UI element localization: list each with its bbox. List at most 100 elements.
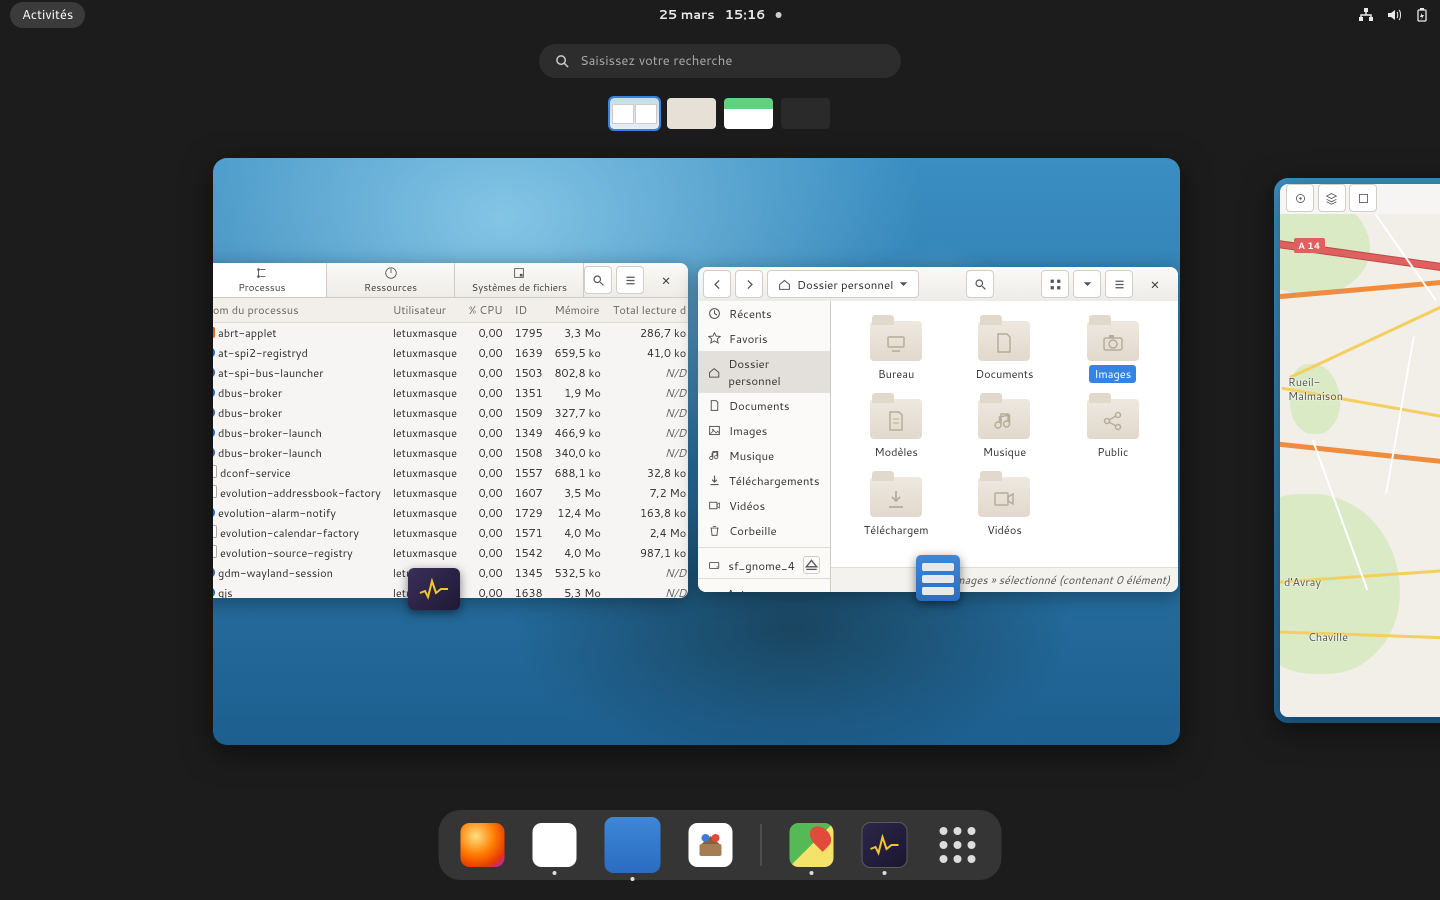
folder-cam[interactable]: Images xyxy=(1062,315,1164,383)
col-name[interactable]: Nom du processus xyxy=(213,298,387,323)
maps-locate-button[interactable] xyxy=(1286,184,1314,212)
search-placeholder: Saisissez votre recherche xyxy=(580,52,732,70)
system-tray[interactable] xyxy=(1358,7,1430,23)
dock-app-software[interactable] xyxy=(689,823,733,867)
dock-separator xyxy=(761,824,762,866)
sidebar-item-star[interactable]: Favoris xyxy=(698,326,830,351)
table-row[interactable]: evolution-alarm-notifyletuxmasque0,00172… xyxy=(213,503,688,523)
folder-music[interactable]: Musique xyxy=(953,393,1055,461)
col-id[interactable]: ID xyxy=(509,298,549,323)
tab-resources[interactable]: Ressources xyxy=(327,263,456,297)
dock-app-maps[interactable] xyxy=(790,823,834,867)
files-headerbar: Dossier personnel ✕ xyxy=(698,267,1178,302)
sidebar-item-images[interactable]: Images xyxy=(698,418,830,443)
dock-app-system-monitor[interactable] xyxy=(862,822,908,868)
folder-doc[interactable]: Documents xyxy=(953,315,1055,383)
folder-vid[interactable]: Vidéos xyxy=(953,471,1055,539)
dock-app-calendar[interactable] xyxy=(533,823,577,867)
window-system-monitor[interactable]: Processus Ressources Systèmes de fichier… xyxy=(213,263,688,598)
table-row[interactable]: dbus-brokerletuxmasque0,0013511,9 MoN/D xyxy=(213,383,688,403)
map-label: d'Avray xyxy=(1284,574,1321,590)
col-read[interactable]: Total lecture d xyxy=(607,298,688,323)
table-row[interactable]: evolution-calendar-factoryletuxmasque0,0… xyxy=(213,523,688,543)
folder-tmpl[interactable]: Modèles xyxy=(845,393,947,461)
dock-app-firefox[interactable] xyxy=(461,823,505,867)
table-row[interactable]: at-spi-bus-launcherletuxmasque0,00150380… xyxy=(213,363,688,383)
window-maps[interactable]: A 14 Nanterr Rueil- Malmaison Saint-Clou… xyxy=(1280,184,1440,717)
files-statusbar: « Images » sélectionné (contenant 0 élém… xyxy=(831,567,1178,592)
search-icon xyxy=(555,54,570,69)
col-mem[interactable]: Mémoire xyxy=(549,298,607,323)
volume-icon[interactable] xyxy=(1386,7,1402,23)
network-icon[interactable] xyxy=(1358,7,1374,23)
workspace-thumb-4[interactable] xyxy=(781,98,830,129)
map-label: Chaville xyxy=(1308,629,1348,645)
workspace-1[interactable]: Processus Ressources Systèmes de fichier… xyxy=(213,158,1180,745)
tab-filesystems[interactable]: Systèmes de fichiers xyxy=(455,263,584,297)
table-row[interactable]: evolution-addressbook-factoryletuxmasque… xyxy=(213,483,688,503)
sidebar-item-docs[interactable]: Documents xyxy=(698,393,830,418)
sidebar-item-dl[interactable]: Téléchargements xyxy=(698,468,830,493)
table-row[interactable]: at-spi2-registrydletuxmasque0,001639659,… xyxy=(213,343,688,363)
tab-processes[interactable]: Processus xyxy=(213,263,327,297)
sidebar-item-recent[interactable]: Récents xyxy=(698,301,830,326)
view-dropdown-button[interactable] xyxy=(1073,270,1101,298)
sysmon-app-icon[interactable] xyxy=(408,568,460,610)
power-icon[interactable] xyxy=(1414,7,1430,23)
folder-dl[interactable]: Téléchargem xyxy=(845,471,947,539)
sidebar-item-disk[interactable]: sf_gnome_4 xyxy=(698,552,830,578)
date-label: 25 mars xyxy=(659,6,715,24)
sidebar-item-music[interactable]: Musique xyxy=(698,443,830,468)
sysmon-menu-button[interactable] xyxy=(616,266,644,294)
files-main[interactable]: BureauDocumentsImages ModèlesMusiquePubli… xyxy=(831,301,1178,592)
sidebar-item-other[interactable]: Autres emplacements xyxy=(698,578,830,592)
top-bar: Activités 25 mars 15:16 xyxy=(0,0,1440,30)
search-field[interactable]: Saisissez votre recherche xyxy=(539,44,901,78)
sysmon-close-button[interactable]: ✕ xyxy=(653,267,679,293)
files-sidebar: RécentsFavorisDossier personnelDocuments… xyxy=(698,301,831,592)
dock-app-files[interactable] xyxy=(605,817,661,873)
workspace-thumb-2[interactable] xyxy=(667,98,716,129)
clock[interactable]: 25 mars 15:16 xyxy=(659,6,782,24)
workspace-2[interactable]: A 14 Nanterr Rueil- Malmaison Saint-Clou… xyxy=(1274,178,1440,723)
files-search-button[interactable] xyxy=(966,270,994,298)
notification-dot-icon xyxy=(775,12,781,18)
files-app-icon[interactable] xyxy=(916,555,960,601)
activities-button[interactable]: Activités xyxy=(10,2,85,28)
window-files[interactable]: Dossier personnel ✕ RécentsFavorisDossie… xyxy=(698,267,1178,592)
nav-back-button[interactable] xyxy=(703,270,731,298)
dock-app-grid[interactable] xyxy=(936,823,980,867)
table-row[interactable]: abrt-appletletuxmasque0,0017953,3 Mo286,… xyxy=(213,323,688,344)
table-row[interactable]: dbus-brokerletuxmasque0,001509327,7 koN/… xyxy=(213,403,688,423)
folder-desk[interactable]: Bureau xyxy=(845,315,947,383)
col-cpu[interactable]: % CPU xyxy=(463,298,509,323)
map-label: Malmaison xyxy=(1288,388,1343,404)
folder-share[interactable]: Public xyxy=(1062,393,1164,461)
sidebar-item-home[interactable]: Dossier personnel xyxy=(698,351,830,393)
workspace-thumb-3[interactable] xyxy=(724,98,773,129)
workspace-thumb-1[interactable] xyxy=(610,98,659,129)
nav-forward-button[interactable] xyxy=(735,270,763,298)
sysmon-headerbar: Processus Ressources Systèmes de fichier… xyxy=(213,263,688,298)
eject-icon[interactable] xyxy=(803,556,820,574)
table-row[interactable]: dbus-broker-launchletuxmasque0,001508340… xyxy=(213,443,688,463)
maps-view-button[interactable] xyxy=(1349,184,1377,212)
view-grid-button[interactable] xyxy=(1041,270,1069,298)
sysmon-search-button[interactable] xyxy=(584,266,612,294)
table-row[interactable]: dconf-serviceletuxmasque0,001557688,1 ko… xyxy=(213,463,688,483)
col-user[interactable]: Utilisateur xyxy=(387,298,463,323)
maps-layers-button[interactable] xyxy=(1318,184,1346,212)
table-row[interactable]: evolution-source-registryletuxmasque0,00… xyxy=(213,543,688,563)
table-row[interactable]: dbus-broker-launchletuxmasque0,001349466… xyxy=(213,423,688,443)
chevron-down-icon xyxy=(899,278,908,291)
workspace-thumbnails xyxy=(610,98,830,129)
sidebar-item-trash[interactable]: Corbeille xyxy=(698,518,830,543)
process-table[interactable]: Nom du processus Utilisateur % CPU ID Mé… xyxy=(213,298,688,598)
files-menu-button[interactable] xyxy=(1105,270,1133,298)
map-canvas[interactable]: A 14 Nanterr Rueil- Malmaison Saint-Clou… xyxy=(1280,214,1440,717)
files-close-button[interactable]: ✕ xyxy=(1142,271,1168,297)
maps-headerbar xyxy=(1280,184,1440,214)
home-icon xyxy=(778,278,791,291)
sidebar-item-video[interactable]: Vidéos xyxy=(698,493,830,518)
path-bar[interactable]: Dossier personnel xyxy=(767,270,919,298)
